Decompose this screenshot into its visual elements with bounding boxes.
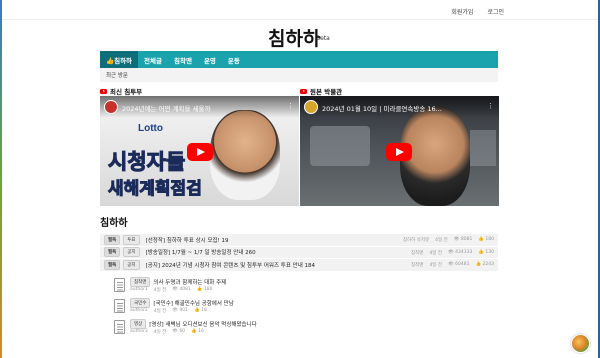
video-section-label: 최신 침투부 [110, 88, 143, 96]
list-item[interactable]: 영상 [영상] 새벽님 오디션보신 음악 먹싱해왔습니다 author3 4일 … [112, 318, 498, 339]
video-section-title-latest: 최신 침투부 [100, 86, 142, 96]
notice-row[interactable]: 필독 공지 [방송일정] 1/7월 ~ 1/7 일 방송일정 안내 260 침착… [100, 246, 498, 259]
logo-beta-label: Beta [316, 35, 330, 42]
recent-visits-label: 최근 방문 [106, 73, 128, 79]
more-options-icon[interactable]: ⋮ [287, 102, 294, 110]
nav-item-all-posts[interactable]: 전체글 [138, 51, 168, 68]
thumbnail-subheadline: 새해계획점검 [108, 179, 203, 200]
category-badge: 공지 [123, 247, 140, 258]
topbar-divider [2, 19, 598, 20]
page: 회원가입 로그인 침하하 Beta 👍침하하 전체글 침착맨 운영 운동 최근 … [0, 0, 600, 358]
post-title[interactable]: [국민수] 해골민수님 공항에서 만남 [153, 299, 233, 307]
play-button-icon[interactable] [386, 143, 412, 161]
document-icon [114, 298, 125, 313]
main-nav: 👍침하하 전체글 침착맨 운영 운동 [100, 51, 498, 68]
author: author2 [130, 307, 148, 313]
timestamp: 4일 전 [429, 263, 443, 268]
video-section-label: 원본 박물관 [310, 88, 343, 96]
views: 👁 901 [172, 307, 189, 313]
post-title-line: 영상 [영상] 새벽님 오디션보신 음악 먹싱해왔습니다 [130, 318, 257, 329]
must-read-badge: 필독 [104, 234, 121, 245]
video-caption: 2024년 01월 10일 | 미라클연속방송 16... [322, 105, 442, 113]
likes: 👍 2243 [475, 262, 495, 267]
notice-meta: 침하하 유저봇 4일 전 👁 8081 👍 180 [403, 237, 494, 243]
likes: 👍 16 [191, 328, 204, 334]
notice-meta: 침착맨 4일 전 👁 434333 👍 130 [411, 250, 494, 256]
post-meta: author1 4일 전 👁 4081 👍 180 [130, 287, 213, 293]
left-edge-decoration [0, 0, 2, 358]
list-item[interactable]: 침착맨 의사 두명과 함께하는 대화 주제 author1 4일 전 👁 408… [112, 276, 498, 297]
post-title-line: 침착맨 의사 두명과 함께하는 대화 주제 [130, 276, 226, 287]
category-badge: 투표 [123, 234, 140, 245]
author: 침착맨 [411, 250, 424, 256]
video-caption: 2024년에는 어떤 계획을 세울까 [122, 105, 211, 113]
site-logo[interactable]: 침하하 [268, 24, 320, 51]
likes: 👍 130 [478, 249, 494, 255]
author: 침착맨 [411, 263, 424, 268]
author: author3 [130, 328, 148, 334]
video-section-title-original: 원본 박물관 [300, 86, 342, 96]
author: 침하하 유저봇 [402, 238, 430, 243]
document-icon [114, 277, 125, 292]
post-title[interactable]: 의사 두명과 함께하는 대화 주제 [153, 278, 226, 286]
likes: 👍 180 [478, 237, 494, 242]
timestamp: 4일 전 [435, 238, 448, 243]
channel-avatar[interactable] [304, 100, 318, 114]
youtube-icon [100, 88, 107, 94]
play-button-icon[interactable] [187, 143, 213, 161]
must-read-badge: 필독 [104, 259, 121, 270]
author: author1 [130, 286, 148, 292]
must-read-badge: 필독 [104, 247, 121, 258]
likes: 👍 180 [196, 286, 213, 292]
timestamp: 4일 전 [153, 287, 167, 293]
views: 👁 8081 [453, 237, 473, 242]
category-badge: 침착맨 [130, 276, 151, 287]
post-title[interactable]: [영상] 새벽님 오디션보신 음악 먹싱해왔습니다 [149, 320, 256, 328]
notice-title[interactable]: [공지] 2024년 기념 시청자 참여 콘텐츠 및 침투부 어워즈 투표 안내… [146, 261, 315, 269]
car-window-decoration [470, 130, 496, 166]
lotto-brand-text: Lotto [138, 123, 163, 134]
category-badge: 공지 [123, 259, 140, 270]
nav-item-chimchakman[interactable]: 침착맨 [168, 51, 198, 68]
video-thumbnail-person [210, 110, 280, 200]
views: 👁 4081 [172, 286, 191, 292]
timestamp: 4일 전 [429, 250, 443, 256]
list-item[interactable]: 국민수 [국민수] 해골민수님 공항에서 만남 author2 4일 전 👁 9… [112, 297, 498, 318]
thumbnail-headline: 시청자들 [107, 150, 186, 175]
views: 👁 60 [172, 328, 186, 334]
login-link[interactable]: 로그인 [487, 7, 504, 16]
notice-row[interactable]: 필독 공지 [공지] 2024년 기념 시청자 참여 콘텐츠 및 침투부 어워즈… [100, 259, 498, 272]
nav-item-exercise[interactable]: 운동 [222, 51, 246, 68]
signup-link[interactable]: 회원가입 [451, 7, 473, 16]
more-options-icon[interactable]: ⋮ [487, 102, 494, 110]
notice-meta: 침착맨 4일 전 👁 60481 👍 2243 [411, 262, 494, 268]
likes: 👍 18 [194, 307, 207, 313]
car-window-decoration [310, 126, 370, 166]
notice-row[interactable]: 필독 투표 [선정작] 침하하 투표 상시 모집! 19 침하하 유저봇 4일 … [100, 234, 498, 247]
timestamp: 4일 전 [153, 308, 167, 314]
floating-avatar-button[interactable] [571, 334, 590, 353]
post-meta: author3 4일 전 👁 60 👍 16 [130, 329, 204, 335]
views: 👁 434333 [448, 249, 473, 255]
post-board: 필독 투표 [선정작] 침하하 투표 상시 모집! 19 침하하 유저봇 4일 … [100, 234, 498, 339]
top-links: 회원가입 로그인 [451, 7, 504, 16]
board-title: 침하하 [100, 218, 128, 229]
notice-title[interactable]: [방송일정] 1/7월 ~ 1/7 일 방송일정 안내 260 [146, 248, 256, 256]
nav-item-operation[interactable]: 운영 [198, 51, 222, 68]
timestamp: 4일 전 [153, 329, 167, 335]
category-badge: 영상 [130, 318, 147, 329]
nav-item-chimhaha[interactable]: 👍침하하 [100, 51, 139, 68]
post-title-line: 국민수 [국민수] 해골민수님 공항에서 만남 [130, 297, 234, 308]
post-meta: author2 4일 전 👁 901 👍 18 [130, 308, 207, 314]
category-badge: 국민수 [130, 297, 151, 308]
recent-visits-bar: 최근 방문 [100, 68, 498, 82]
document-icon [114, 319, 125, 334]
views: 👁 60481 [448, 262, 470, 267]
channel-avatar[interactable] [104, 100, 118, 114]
youtube-icon [300, 88, 307, 94]
notice-title[interactable]: [선정작] 침하하 투표 상시 모집! 19 [146, 236, 229, 244]
